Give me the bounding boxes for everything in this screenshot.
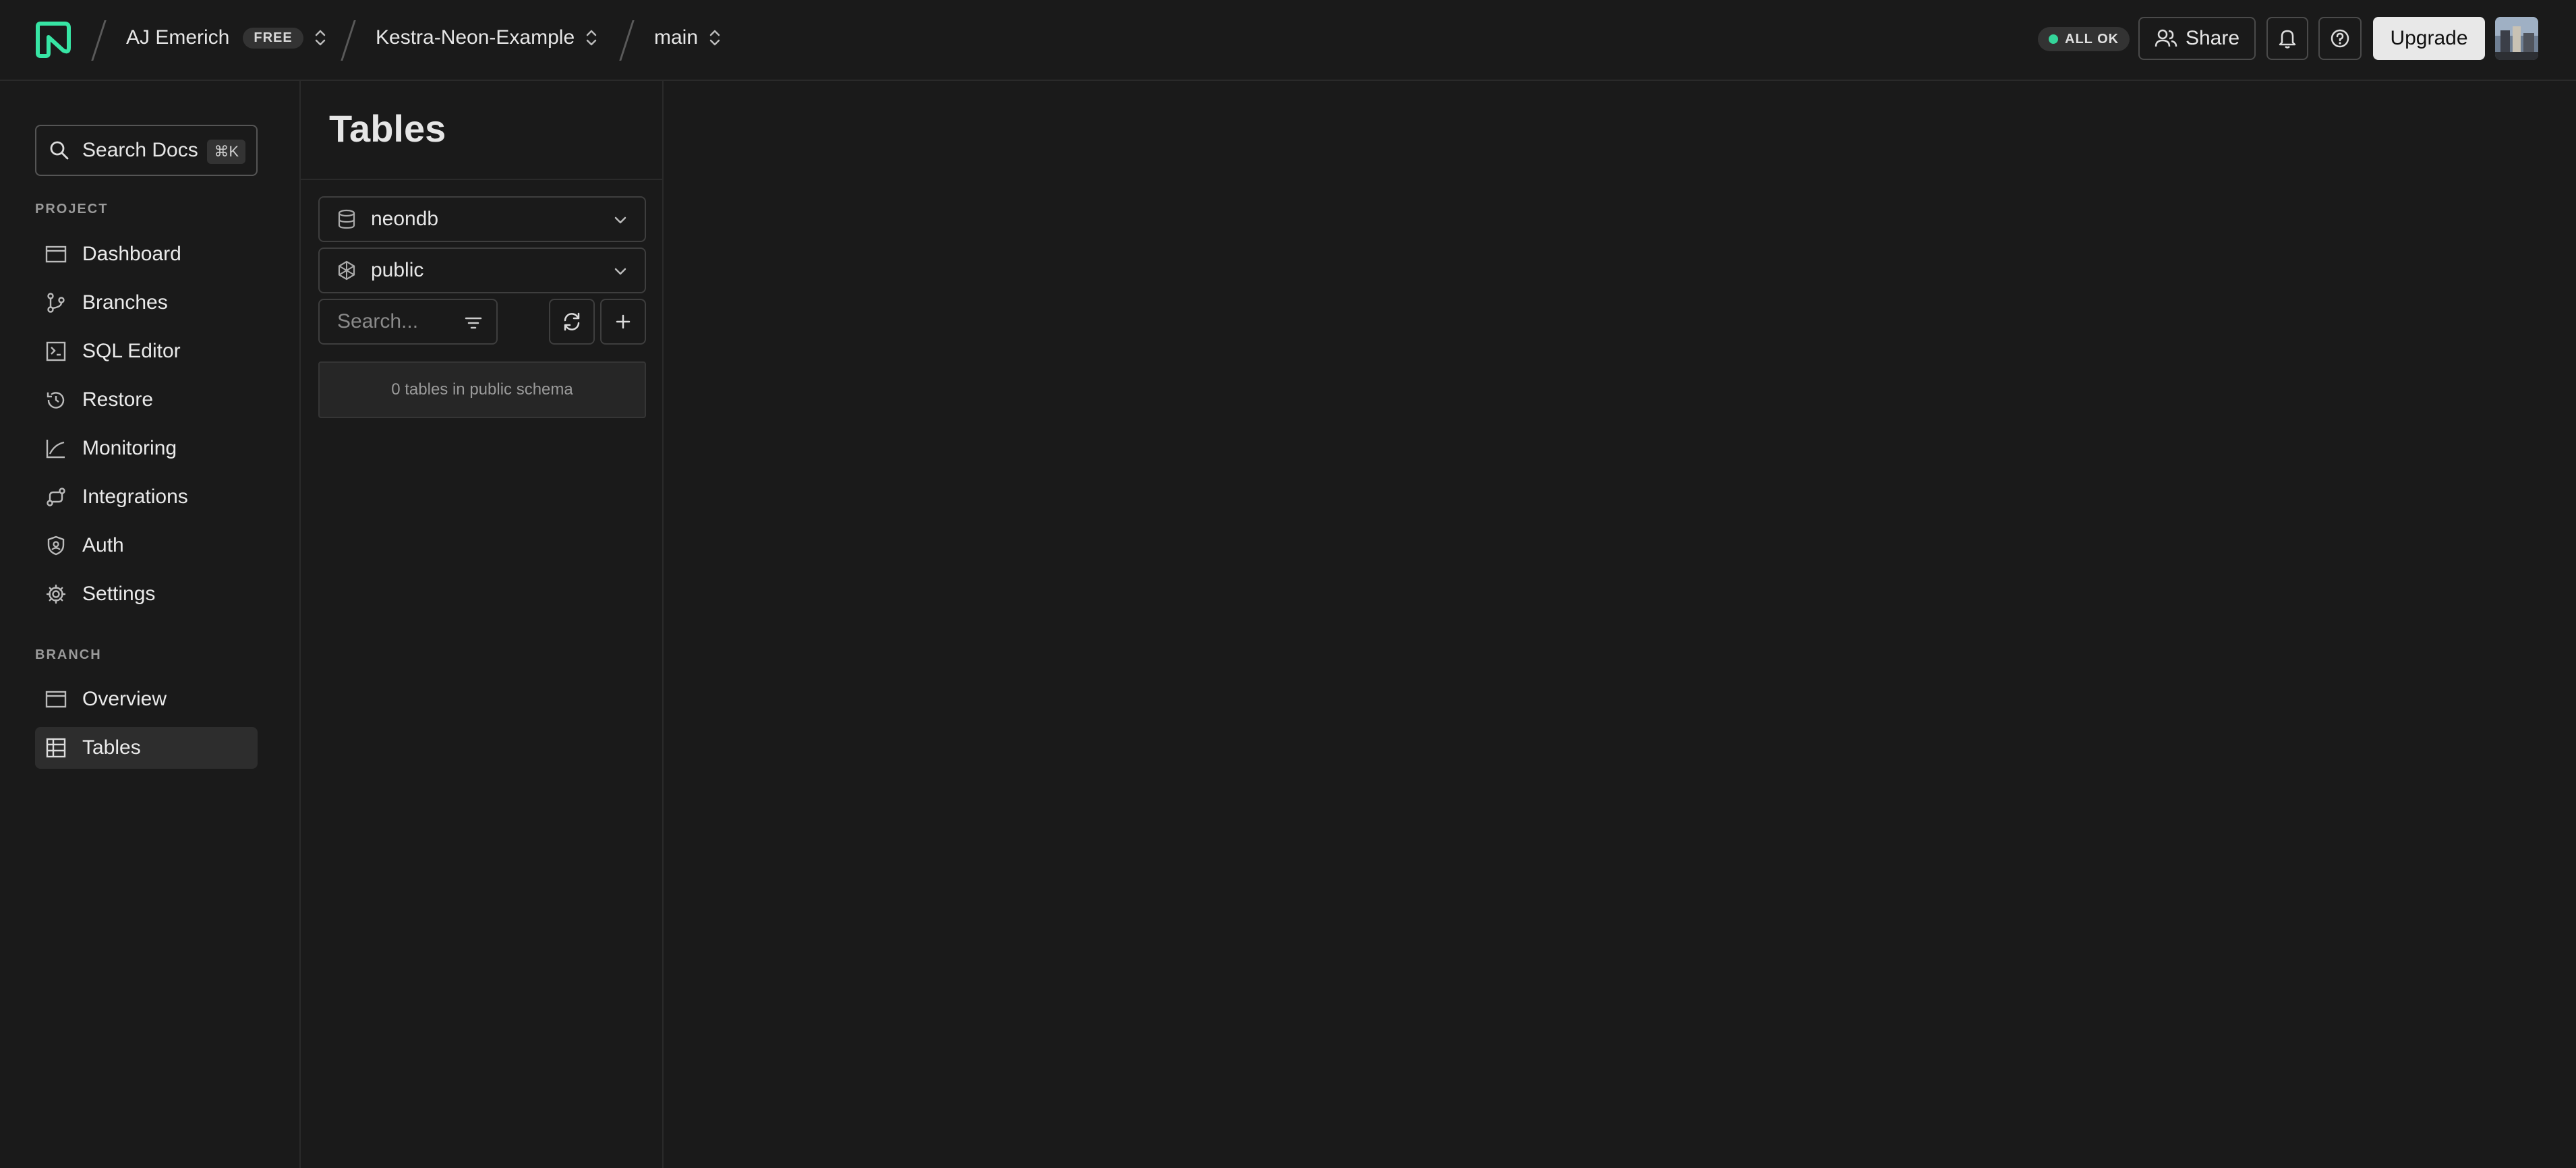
top-bar: AJ Emerich FREE Kestra-Neon-Example main…: [0, 0, 2576, 81]
shortcut-hint: ⌘K: [207, 140, 245, 164]
sidebar-item-tables[interactable]: Tables: [35, 727, 258, 769]
search-icon: [50, 141, 69, 160]
plan-badge: FREE: [243, 27, 303, 49]
neon-logo-icon[interactable]: [34, 21, 71, 59]
table-search-input[interactable]: [336, 310, 460, 334]
sql-editor-icon: [45, 340, 67, 363]
project-switcher[interactable]: Kestra-Neon-Example: [376, 0, 597, 76]
sidebar-item-monitoring[interactable]: Monitoring: [35, 428, 258, 469]
add-table-button[interactable]: [600, 299, 646, 345]
search-docs-button[interactable]: Search Docs ⌘K: [35, 125, 258, 176]
page-title: Tables: [329, 107, 446, 150]
plus-icon: [616, 314, 631, 329]
sidebar: Search Docs ⌘K PROJECT Dashboard Branche…: [0, 81, 301, 1168]
main-content: [664, 81, 2576, 1168]
chevron-down-icon: [614, 216, 626, 224]
sidebar-item-branches[interactable]: Branches: [35, 282, 258, 324]
restore-icon: [45, 388, 67, 411]
chevron-updown-icon: [315, 30, 325, 46]
upgrade-button[interactable]: Upgrade: [2373, 17, 2485, 60]
project-section-label: PROJECT: [35, 202, 109, 216]
divider: [301, 179, 662, 180]
sidebar-item-overview[interactable]: Overview: [35, 678, 258, 720]
dashboard-icon: [45, 243, 67, 266]
sidebar-item-settings[interactable]: Settings: [35, 573, 258, 615]
branches-icon: [45, 291, 67, 314]
database-value: neondb: [371, 208, 439, 230]
breadcrumb-separator: [341, 20, 356, 61]
chevron-updown-icon: [709, 30, 720, 46]
help-button[interactable]: [2318, 17, 2362, 60]
table-search-field: [318, 299, 498, 345]
schema-select[interactable]: public: [318, 247, 646, 293]
sidebar-item-sql-editor[interactable]: SQL Editor: [35, 330, 258, 372]
refresh-button[interactable]: [549, 299, 595, 345]
org-switcher[interactable]: AJ Emerich FREE: [126, 0, 326, 76]
database-select[interactable]: neondb: [318, 196, 646, 242]
app-window: AJ Emerich FREE Kestra-Neon-Example main…: [0, 0, 2576, 1168]
filter-icon[interactable]: [464, 314, 483, 332]
sidebar-item-restore[interactable]: Restore: [35, 379, 258, 421]
gear-icon: [45, 583, 67, 606]
sidebar-item-auth[interactable]: Auth: [35, 525, 258, 566]
share-label: Share: [2185, 27, 2240, 49]
schema-icon: [336, 260, 357, 281]
breadcrumb-separator: [91, 20, 107, 61]
auth-icon: [45, 534, 67, 557]
integrations-icon: [45, 486, 67, 508]
avatar-photo: [2495, 17, 2538, 60]
share-button[interactable]: Share: [2138, 17, 2256, 60]
overview-icon: [45, 688, 67, 711]
tables-panel: Tables neondb public Search... 0 tables …: [301, 81, 664, 1168]
chevron-updown-icon: [586, 30, 597, 46]
help-circle-icon: [2331, 29, 2349, 48]
branch-switcher[interactable]: main: [654, 0, 721, 76]
avatar[interactable]: [2495, 17, 2538, 60]
notifications-button[interactable]: [2266, 17, 2308, 60]
status-text: ALL OK: [2065, 31, 2119, 47]
schema-value: public: [371, 259, 424, 281]
branch-section-label: BRANCH: [35, 647, 102, 662]
database-icon: [336, 208, 357, 230]
breadcrumb-separator: [619, 20, 635, 61]
status-dot-icon: [2049, 34, 2058, 44]
org-name: AJ Emerich: [126, 26, 230, 49]
monitoring-icon: [45, 437, 67, 460]
sidebar-item-dashboard[interactable]: Dashboard: [35, 233, 258, 275]
refresh-icon: [564, 312, 580, 331]
bell-icon: [2279, 30, 2296, 49]
search-docs-label: Search Docs: [82, 139, 198, 161]
users-icon: [2155, 29, 2177, 47]
tables-icon: [45, 736, 67, 759]
project-name: Kestra-Neon-Example: [376, 26, 575, 49]
chevron-down-icon: [614, 268, 626, 275]
status-badge[interactable]: ALL OK: [2038, 27, 2130, 51]
branch-name: main: [654, 26, 699, 49]
sidebar-item-integrations[interactable]: Integrations: [35, 476, 258, 518]
empty-tables-message: 0 tables in public schema: [318, 361, 646, 418]
empty-message-text: 0 tables in public schema: [391, 380, 573, 399]
